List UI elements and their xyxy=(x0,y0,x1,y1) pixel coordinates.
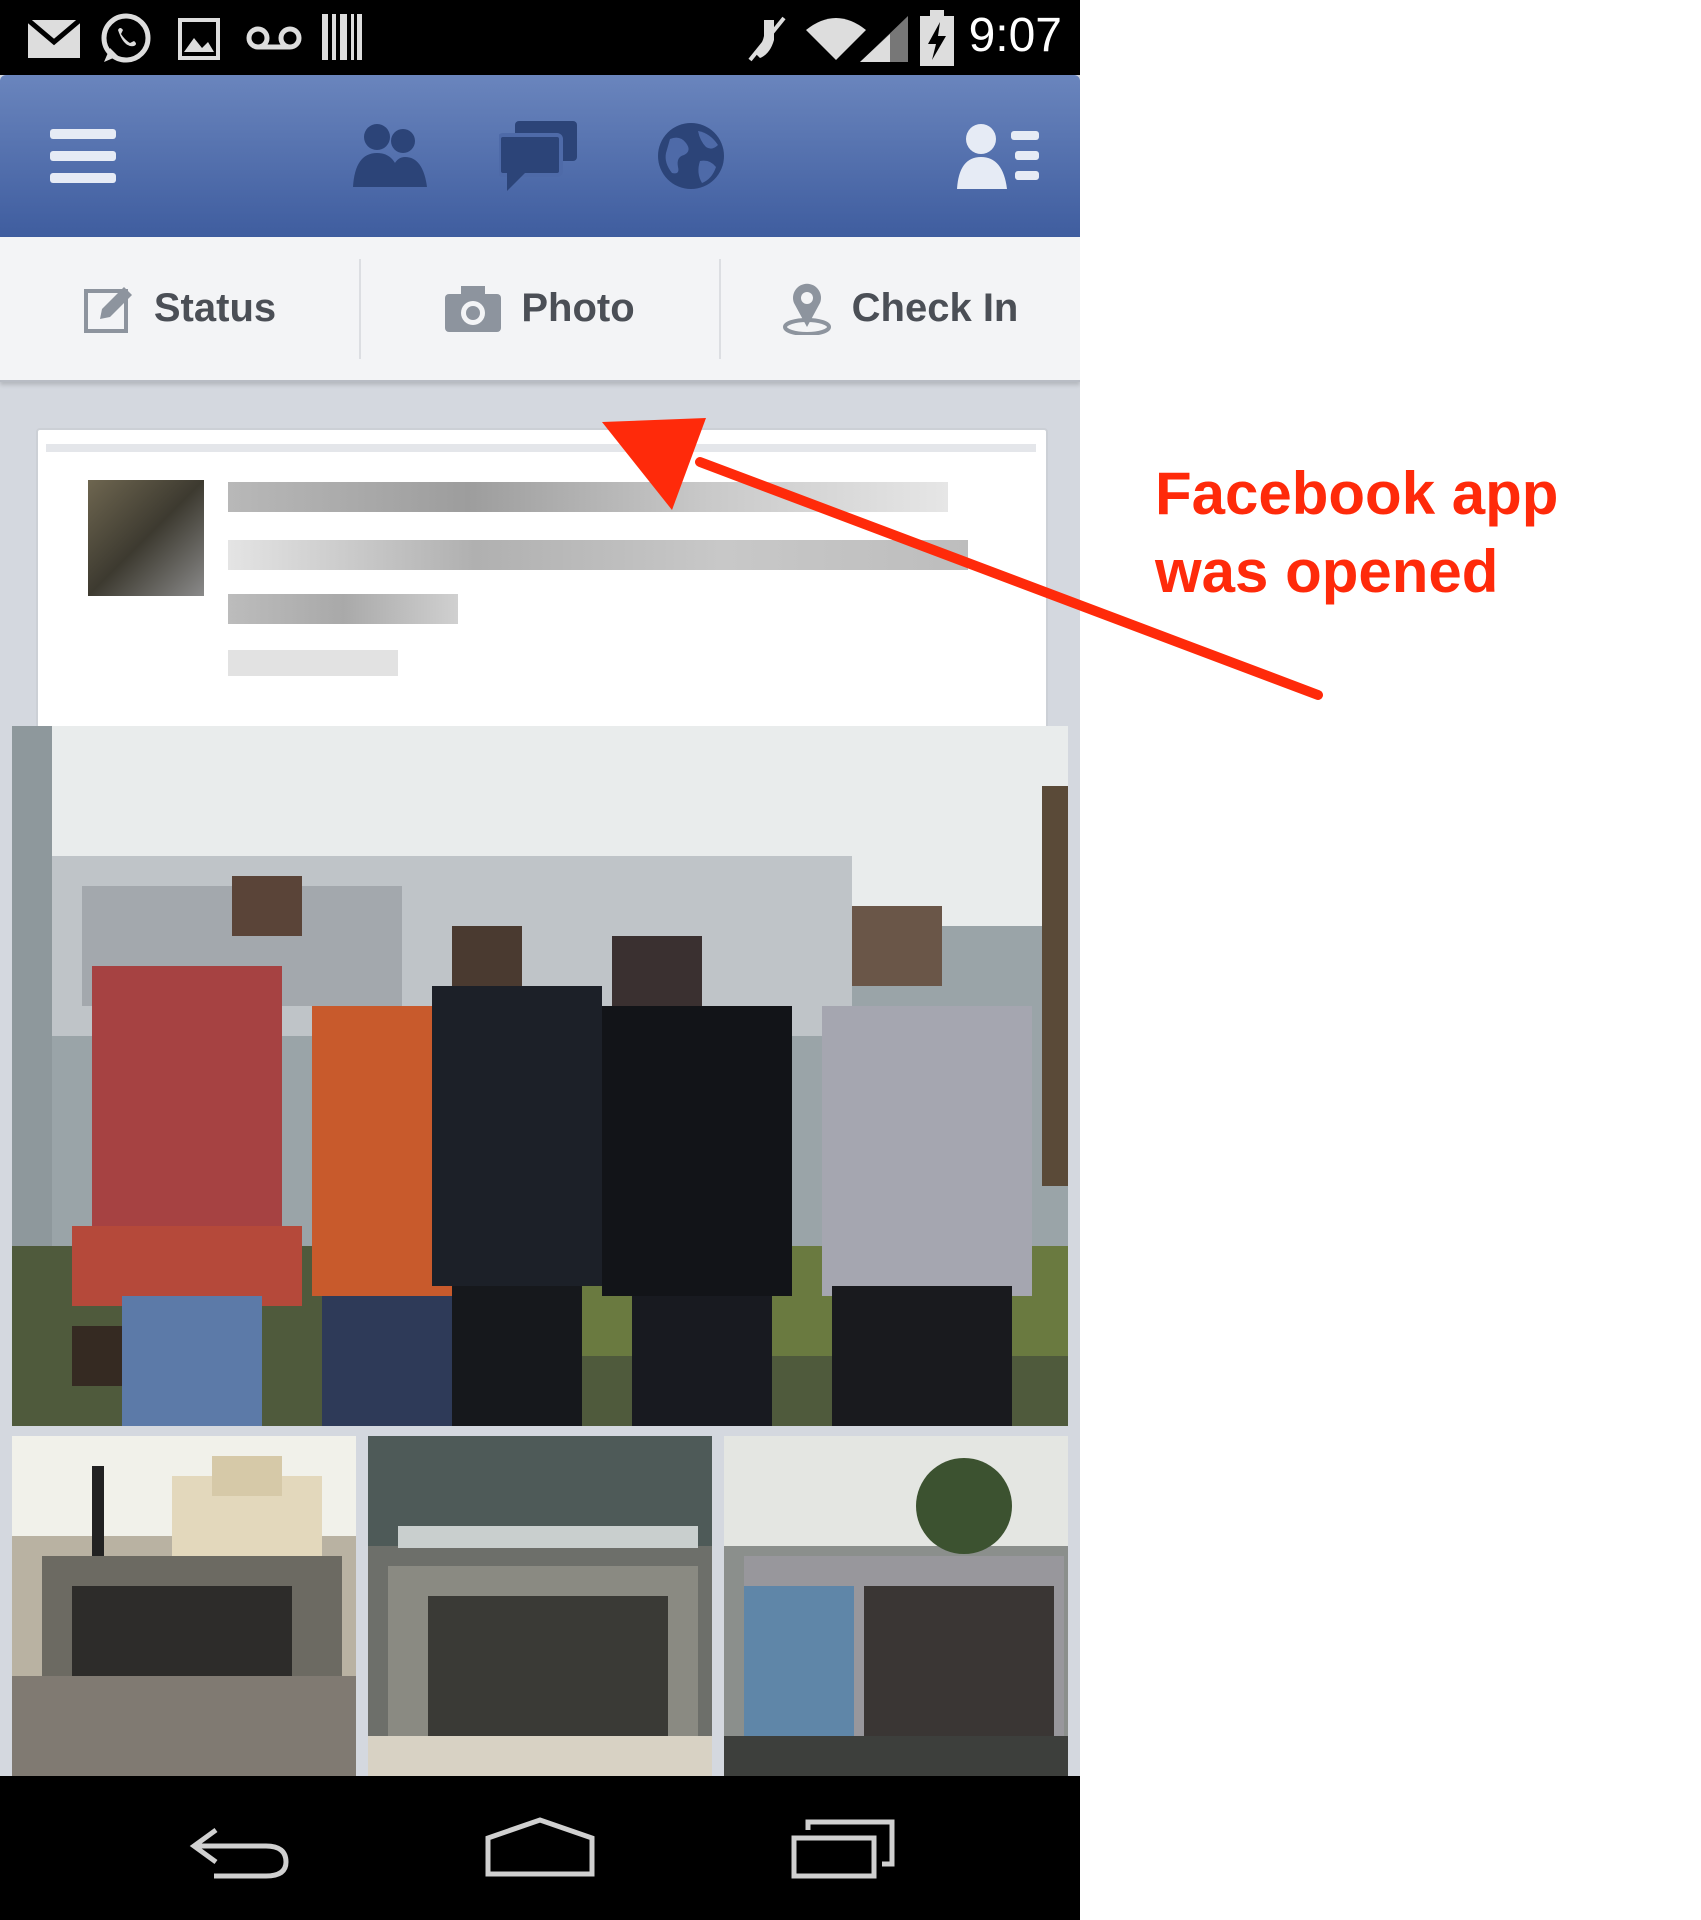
group-photo-image xyxy=(12,726,1068,1426)
location-pin-icon xyxy=(782,283,831,335)
pixelated-text xyxy=(228,540,968,570)
messages-button[interactable] xyxy=(494,111,584,201)
contacts-icon xyxy=(957,124,1039,189)
menu-icon xyxy=(50,129,116,183)
home-icon[interactable] xyxy=(484,1816,596,1878)
signal-icon xyxy=(860,16,908,62)
voicemail-icon xyxy=(246,26,302,50)
pixelated-text xyxy=(228,650,398,676)
thumbnail-image xyxy=(724,1436,1068,1776)
checkin-button[interactable]: Check In xyxy=(720,237,1080,380)
pixelated-text xyxy=(228,594,458,624)
feed-story-card[interactable] xyxy=(36,428,1048,762)
status-button[interactable]: Status xyxy=(0,237,360,380)
system-nav-bar xyxy=(0,1776,1080,1920)
status-label: Status xyxy=(153,286,277,330)
notifications-button[interactable] xyxy=(646,111,736,201)
composer-bar: Status Photo Check In xyxy=(0,237,1080,382)
avatar xyxy=(88,480,204,596)
contacts-button[interactable] xyxy=(954,111,1044,201)
thumbnail-image xyxy=(12,1436,356,1776)
checkin-label: Check In xyxy=(851,286,1019,330)
clock: 9:07 xyxy=(968,9,1062,62)
friend-requests-button[interactable] xyxy=(344,111,434,201)
mute-icon xyxy=(748,16,786,62)
phone-screen: 9:07 Status Photo Check In xyxy=(0,0,1080,1920)
story-photo[interactable] xyxy=(12,726,1068,1426)
friend-requests-icon xyxy=(353,124,427,187)
status-bar: 9:07 xyxy=(0,0,1080,75)
battery-charging-icon xyxy=(920,10,954,66)
annotation-line-1: Facebook app xyxy=(1155,460,1559,527)
notifications-globe-icon xyxy=(658,123,724,189)
thumbnail-image xyxy=(368,1436,712,1776)
menu-button[interactable] xyxy=(38,111,128,201)
barcode-icon xyxy=(322,14,362,60)
gallery-icon xyxy=(178,18,220,60)
edit-status-icon xyxy=(83,286,132,333)
mail-icon xyxy=(28,20,80,58)
recent-apps-icon[interactable] xyxy=(790,1818,896,1880)
pixelated-name xyxy=(228,482,948,512)
app-toolbar xyxy=(0,75,1080,237)
photo-thumbnails xyxy=(12,1436,1068,1776)
card-top-border xyxy=(46,444,1036,452)
photo-thumbnail[interactable] xyxy=(12,1436,356,1776)
photo-button[interactable]: Photo xyxy=(360,237,720,380)
back-icon[interactable] xyxy=(186,1824,290,1880)
photo-thumbnail[interactable] xyxy=(368,1436,712,1776)
camera-icon xyxy=(445,285,502,332)
whatsapp-icon xyxy=(101,13,151,63)
messages-icon xyxy=(499,121,577,191)
annotation-line-2: was opened xyxy=(1155,538,1499,605)
photo-thumbnail[interactable] xyxy=(724,1436,1068,1776)
photo-label: Photo xyxy=(521,286,635,330)
annotation-text: Facebook app was opened xyxy=(1155,455,1675,611)
wifi-icon xyxy=(806,18,866,60)
